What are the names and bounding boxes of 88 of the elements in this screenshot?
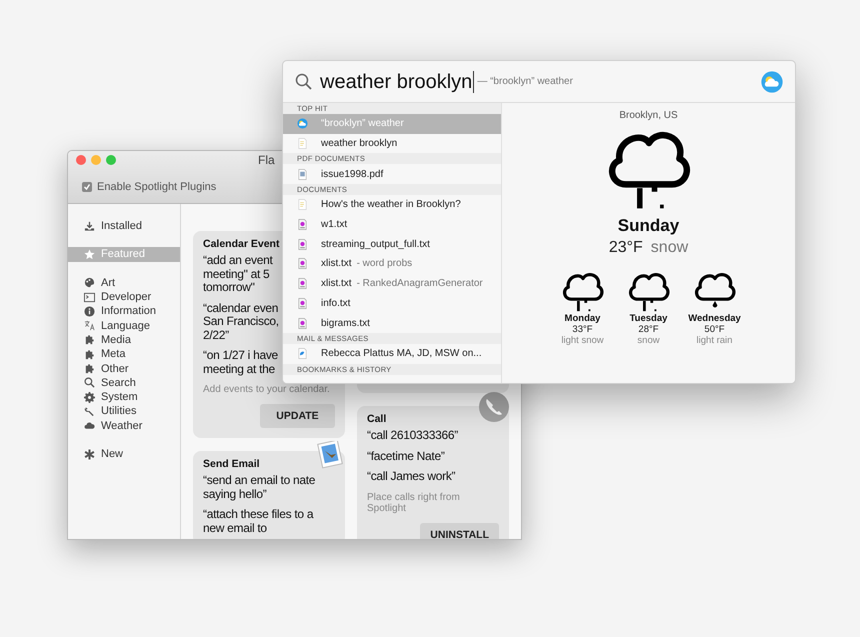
weather-app-icon	[761, 70, 783, 92]
wrench-icon	[84, 406, 95, 417]
card-description: Place calls right from Spotlight	[367, 492, 461, 514]
note-file-icon	[297, 138, 308, 150]
forecast-temperature: 50°F	[704, 324, 725, 335]
tray-icon	[84, 220, 95, 232]
result-item[interactable]: streaming_output_full.txt	[283, 234, 501, 254]
card-description: Add events to your calendar.	[203, 384, 330, 395]
example-phrase: “facetime Nate”	[367, 450, 445, 463]
result-item[interactable]: weather brooklyn	[283, 134, 501, 154]
example-phrase: “calendar even San Francisco, 2/22”	[203, 302, 279, 342]
gear-icon	[84, 392, 95, 403]
sidebar-item[interactable]: Other	[68, 361, 180, 376]
pdf-file-icon	[297, 168, 308, 180]
result-item[interactable]: How's the weather in Brooklyn?	[283, 195, 501, 215]
forecast-temperature: 28°F	[638, 324, 659, 335]
forecast-day: Wednesday	[688, 313, 741, 324]
text-file-icon	[297, 318, 308, 329]
checkbox-label: Enable Spotlight Plugins	[97, 181, 216, 193]
checkbox[interactable]	[82, 182, 92, 192]
stamp-icon	[317, 441, 343, 469]
sidebar-item[interactable]: Developer	[68, 290, 180, 304]
minimize-button[interactable]	[91, 155, 101, 165]
example-phrase: “send an email to nate saying hello”	[203, 474, 316, 501]
result-item[interactable]: issue1998.pdf	[283, 164, 501, 184]
example-phrase: “call James work”	[367, 470, 456, 484]
phone-icon	[479, 392, 509, 422]
example-phrase: “attach these files to a new email to	[203, 508, 314, 535]
text-file-icon	[297, 238, 308, 250]
temperature: 23°F	[608, 239, 643, 257]
forecast-condition: light snow	[561, 335, 604, 346]
result-item[interactable]: info.txt	[283, 294, 501, 314]
plugin-button[interactable]: UNINSTALL	[420, 522, 499, 539]
example-phrase: “add an event meeting" at 5 tomorrow"	[203, 254, 272, 294]
sidebar-item[interactable]: Installed	[68, 219, 180, 234]
forecast-day: Tuesday	[630, 313, 668, 324]
forecast-condition: light rain	[696, 335, 732, 346]
sidebar-item[interactable]: New	[68, 446, 180, 462]
asterisk-icon	[84, 448, 95, 460]
search-icon	[295, 73, 312, 90]
example-phrase: “call 2610333366”	[367, 429, 458, 442]
sidebar-item[interactable]: Search	[68, 376, 180, 390]
search-field[interactable]: weather brooklyn	[320, 70, 474, 92]
day-label: Sunday	[618, 216, 680, 236]
translate-icon	[84, 320, 95, 332]
forecast-condition: snow	[637, 335, 660, 346]
sidebar-item[interactable]: Information	[68, 304, 180, 318]
window-title: Fla	[258, 153, 275, 167]
forecast-temperature: 33°F	[572, 324, 593, 335]
card-title: Send Email	[203, 458, 260, 470]
sidebar-item[interactable]: Language	[68, 318, 180, 333]
plugin-button[interactable]: UPDATE	[260, 404, 335, 428]
close-button[interactable]	[76, 155, 86, 165]
text-file-icon	[297, 258, 308, 270]
sidebar-item[interactable]: Art	[68, 276, 180, 290]
note-file-icon	[297, 199, 308, 210]
terminal-icon	[84, 292, 95, 303]
info-icon	[84, 306, 95, 317]
forecast-day: Monday	[564, 313, 600, 324]
sidebar-item[interactable]: Weather	[68, 418, 180, 433]
sidebar-item[interactable]: Utilities	[68, 404, 180, 419]
mail-file-icon	[297, 348, 308, 360]
result-item[interactable]: xlist.txt - word probs	[283, 254, 501, 274]
star-icon	[84, 248, 95, 260]
palette-icon	[84, 277, 95, 288]
sidebar-item[interactable]: Media	[68, 332, 180, 348]
condition-label: snow	[650, 239, 688, 257]
search-icon	[84, 377, 95, 388]
result-item[interactable]: xlist.txt - RankedAnagramGenerator	[283, 274, 501, 294]
location-label: Brooklyn, US	[619, 110, 678, 121]
puzzle-icon	[84, 348, 95, 360]
result-item[interactable]: w1.txt	[283, 214, 501, 234]
weather-app-icon	[297, 118, 308, 130]
text-file-icon	[297, 219, 308, 230]
zoom-button[interactable]	[106, 155, 116, 165]
sidebar-item[interactable]: Meta	[68, 347, 180, 362]
example-phrase: “on 1/27 i have meeting at the	[203, 349, 278, 376]
completion-hint: — “brooklyn” weather	[477, 76, 574, 87]
puzzle-icon	[84, 363, 95, 374]
card-title: Calendar Event	[203, 238, 280, 250]
sidebar-item[interactable]: System	[68, 390, 180, 404]
card-title: Call	[367, 413, 386, 425]
result-item[interactable]: Rebecca Plattus MA, JD, MSW on...	[283, 344, 501, 364]
cloud-icon	[84, 420, 95, 432]
text-file-icon	[297, 298, 308, 309]
puzzle-icon	[84, 334, 95, 346]
result-item[interactable]: bigrams.txt	[283, 313, 501, 333]
text-file-icon	[297, 278, 308, 290]
